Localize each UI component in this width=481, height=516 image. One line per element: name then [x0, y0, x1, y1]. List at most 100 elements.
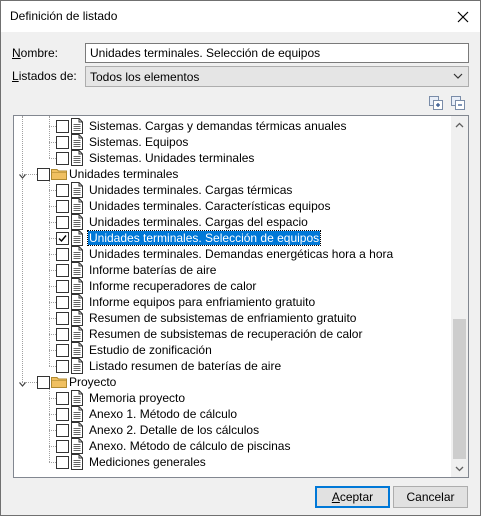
scroll-down-button[interactable]	[451, 460, 468, 477]
tree-node-label: Resumen de subsistemas de enfriamiento g…	[89, 311, 357, 325]
tree-item-node[interactable]: Informe equipos para enfriamiento gratui…	[14, 294, 450, 310]
scroll-up-button[interactable]	[451, 116, 468, 133]
document-icon	[71, 214, 83, 230]
checkbox[interactable]	[56, 328, 69, 341]
checkbox[interactable]	[56, 360, 69, 373]
tree-item-node[interactable]: Sistemas. Equipos	[14, 134, 450, 150]
accept-mnemonic: A	[331, 490, 340, 504]
tree-connector	[49, 206, 56, 207]
expand-toggle-icon[interactable]	[18, 170, 27, 179]
checkbox[interactable]	[56, 200, 69, 213]
tree-item-node[interactable]: Informe baterías de aire	[14, 262, 450, 278]
tree-item-node[interactable]: Informe recuperadores de calor	[14, 278, 450, 294]
tree-group-node[interactable]: Unidades terminales	[14, 166, 450, 182]
checkbox[interactable]	[56, 232, 69, 245]
tree-node-label: Informe baterías de aire	[89, 263, 217, 277]
tree-group-node[interactable]: Proyecto	[14, 374, 450, 390]
tree-connector	[49, 238, 56, 239]
checkbox[interactable]	[56, 424, 69, 437]
tree-node-label: Anexo 2. Detalle de los cálculos	[89, 423, 260, 437]
document-icon	[71, 198, 83, 214]
document-icon	[71, 342, 83, 358]
document-icon	[71, 454, 83, 470]
accept-button[interactable]: Aceptar	[315, 486, 390, 508]
name-input[interactable]	[85, 43, 469, 63]
tree-connector	[49, 190, 56, 191]
tree-node-label: Informe equipos para enfriamiento gratui…	[89, 295, 316, 309]
checkbox[interactable]	[56, 392, 69, 405]
tree-item-node[interactable]: Listado resumen de baterías de aire	[14, 358, 450, 374]
tree-item-node[interactable]: Sistemas. Unidades terminales	[14, 150, 450, 166]
tree-item-node[interactable]: Memoria proyecto	[14, 390, 450, 406]
tree-connector	[49, 430, 56, 431]
report-tree[interactable]: Sistemas. Cargas y demandas térmicas anu…	[13, 115, 469, 478]
dialog-window: Definición de listado Nombre: Listados d…	[0, 0, 481, 516]
tree-connector	[49, 446, 56, 447]
tree-node-label: Estudio de zonificación	[89, 343, 212, 357]
document-icon	[71, 134, 83, 150]
tree-item-node[interactable]: Resumen de subsistemas de recuperación d…	[14, 326, 450, 342]
checkbox[interactable]	[56, 312, 69, 325]
tree-item-node[interactable]: Anexo 1. Método de cálculo	[14, 406, 450, 422]
tree-item-node[interactable]: Anexo. Método de cálculo de piscinas	[14, 438, 450, 454]
tree-node-label: Sistemas. Cargas y demandas térmicas anu…	[89, 119, 347, 133]
tree-scrollbar[interactable]	[451, 116, 468, 477]
expand-toggle-icon[interactable]	[18, 378, 27, 387]
checkbox[interactable]	[56, 280, 69, 293]
tree-connector	[49, 254, 56, 255]
tree-item-node[interactable]: Estudio de zonificación	[14, 342, 450, 358]
checkbox[interactable]	[56, 120, 69, 133]
expand-all-icon[interactable]	[428, 95, 444, 111]
checkbox[interactable]	[56, 264, 69, 277]
checkbox[interactable]	[56, 248, 69, 261]
checkbox[interactable]	[37, 168, 50, 181]
accept-label: ceptar	[339, 490, 374, 504]
folder-icon	[51, 168, 67, 180]
checkbox[interactable]	[56, 296, 69, 309]
tree-item-node[interactable]: Sistemas. Cargas y demandas térmicas anu…	[14, 118, 450, 134]
tree-node-label: Mediciones generales	[89, 455, 206, 469]
tree-node-label: Proyecto	[69, 375, 117, 389]
tree-connector	[49, 350, 56, 351]
document-icon	[71, 358, 83, 374]
tree-node-label: Informe recuperadores de calor	[89, 279, 257, 293]
checkbox[interactable]	[56, 216, 69, 229]
checkbox[interactable]	[56, 136, 69, 149]
tree-item-node[interactable]: Resumen de subsistemas de enfriamiento g…	[14, 310, 450, 326]
tree-item-node[interactable]: Unidades terminales. Selección de equipo…	[14, 230, 450, 246]
checkbox[interactable]	[56, 344, 69, 357]
close-button[interactable]	[446, 1, 480, 32]
close-icon	[457, 11, 469, 22]
tree-connector	[49, 414, 56, 415]
checkbox[interactable]	[56, 408, 69, 421]
checkbox[interactable]	[56, 440, 69, 453]
window-title: Definición de listado	[10, 9, 118, 23]
lists-label: Listados de:	[12, 69, 77, 83]
tree-connector	[49, 462, 56, 463]
folder-icon	[51, 376, 67, 388]
checkbox[interactable]	[56, 152, 69, 165]
checkbox[interactable]	[56, 456, 69, 469]
tree-item-node[interactable]: Unidades terminales. Cargas del espacio	[14, 214, 450, 230]
tree-item-node[interactable]: Mediciones generales	[14, 454, 450, 470]
tree-item-node[interactable]: Unidades terminales. Características equ…	[14, 198, 450, 214]
collapse-all-icon[interactable]	[450, 95, 466, 111]
document-icon	[71, 262, 83, 278]
tree-node-label: Resumen de subsistemas de recuperación d…	[89, 327, 363, 341]
cancel-button[interactable]: Cancelar	[393, 486, 468, 508]
tree-item-node[interactable]: Anexo 2. Detalle de los cálculos	[14, 422, 450, 438]
tree-node-label: Unidades terminales. Cargas térmicas	[89, 183, 293, 197]
tree-item-node[interactable]: Unidades terminales. Cargas térmicas	[14, 182, 450, 198]
tree-connector	[49, 126, 56, 127]
checkmark-icon	[58, 235, 67, 243]
document-icon	[71, 406, 83, 422]
document-icon	[71, 182, 83, 198]
checkbox[interactable]	[37, 376, 50, 389]
lists-dropdown[interactable]: Todos los elementos	[85, 66, 469, 87]
checkbox[interactable]	[56, 184, 69, 197]
chevron-up-icon	[455, 122, 464, 127]
tree-item-node[interactable]: Unidades terminales. Demandas energética…	[14, 246, 450, 262]
tree-connector	[49, 222, 56, 223]
scrollbar-thumb[interactable]	[453, 319, 466, 459]
document-icon	[71, 118, 83, 134]
